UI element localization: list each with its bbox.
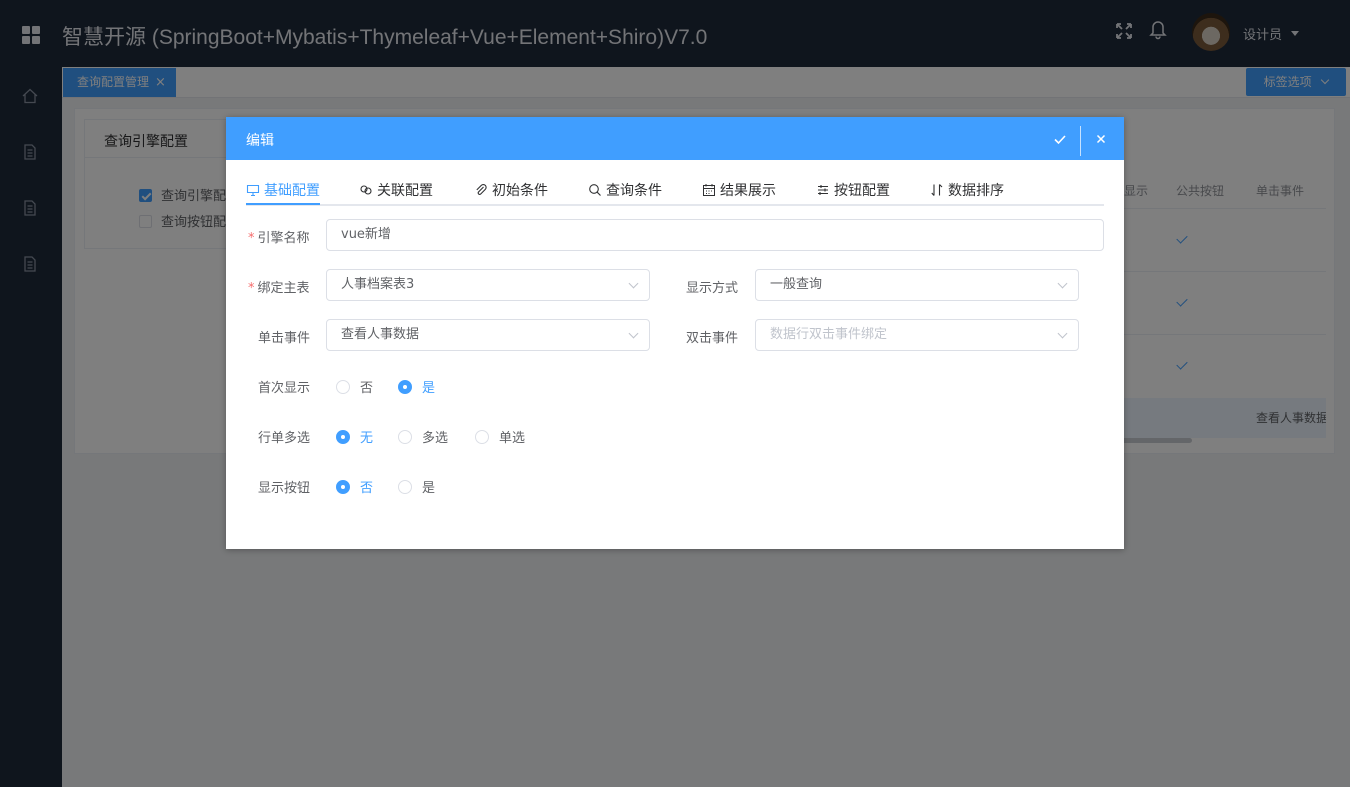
show-buttons-label: 显示按钮: [258, 481, 311, 496]
dialog-title: 编辑: [246, 133, 274, 149]
confirm-check-icon[interactable]: [1050, 129, 1070, 149]
link-icon: [360, 185, 372, 195]
chevron-down-icon: [628, 328, 639, 339]
select-value: 查看人事数据: [341, 327, 420, 342]
tab-relation-config[interactable]: 关联配置: [359, 176, 433, 204]
tab-label: 关联配置: [377, 183, 433, 199]
tab-label: 数据排序: [948, 183, 1004, 199]
radio-row-select-none[interactable]: 无: [336, 427, 373, 446]
tab-query-conditions[interactable]: 查询条件: [588, 176, 662, 204]
radio-checked-icon: [336, 479, 350, 494]
radio-show-buttons-no[interactable]: 否: [336, 477, 373, 496]
dialog-header: 编辑: [226, 117, 1124, 160]
bind-table-label: * 绑定主表: [248, 281, 310, 296]
radio-row-select-multi[interactable]: 多选: [398, 427, 448, 446]
radio-icon: [336, 379, 350, 394]
dialog-tabs: 基础配置 关联配置 初始条件 查询条件 结果展示 按钮配置 数据排序: [246, 170, 1104, 206]
click-event-select[interactable]: 查看人事数据: [326, 319, 650, 351]
edit-dialog: 编辑 基础配置 关联配置 初始条件 查询条件 结果展示 按钮配置 数据排序 * …: [226, 117, 1124, 549]
select-value: 人事档案表3: [341, 277, 415, 292]
row-select-label: 行单多选: [258, 431, 311, 446]
sort-icon: [931, 184, 943, 196]
tab-label: 结果展示: [720, 183, 776, 199]
monitor-icon: [246, 184, 260, 197]
close-icon[interactable]: [1092, 130, 1110, 148]
radio-checked-icon: [336, 429, 350, 444]
engine-name-input[interactable]: vue新增: [326, 219, 1104, 251]
select-placeholder: 数据行双击事件绑定: [770, 327, 888, 342]
click-event-label: 单击事件: [258, 331, 311, 346]
radio-icon: [475, 429, 489, 444]
radio-row-select-single[interactable]: 单选: [475, 427, 525, 446]
dblclick-event-label: 双击事件: [686, 331, 739, 346]
tab-label: 查询条件: [606, 183, 662, 199]
search-icon: [589, 184, 601, 196]
tab-label: 初始条件: [492, 183, 548, 199]
tab-data-sort[interactable]: 数据排序: [930, 176, 1004, 204]
divider: [1080, 126, 1081, 156]
first-show-label: 首次显示: [258, 381, 311, 396]
tab-basic-config[interactable]: 基础配置: [246, 176, 320, 204]
bind-table-select[interactable]: 人事档案表3: [326, 269, 650, 301]
tab-label: 基础配置: [264, 183, 320, 199]
chevron-down-icon: [1057, 328, 1068, 339]
radio-checked-icon: [398, 379, 412, 394]
radio-icon: [398, 479, 412, 494]
sliders-icon: [818, 185, 828, 195]
radio-icon: [398, 429, 412, 444]
radio-show-buttons-yes[interactable]: 是: [398, 477, 435, 496]
tab-button-config[interactable]: 按钮配置: [816, 176, 890, 204]
display-mode-select[interactable]: 一般查询: [755, 269, 1079, 301]
engine-name-label: * 引擎名称: [248, 231, 310, 246]
chevron-down-icon: [1057, 278, 1068, 289]
calendar-icon: [703, 184, 715, 196]
display-mode-label: 显示方式: [686, 281, 739, 296]
tab-result-display[interactable]: 结果展示: [702, 176, 776, 204]
dblclick-event-select[interactable]: 数据行双击事件绑定: [755, 319, 1079, 351]
active-tab-indicator: [246, 203, 320, 205]
radio-first-show-yes[interactable]: 是: [398, 377, 435, 396]
select-value: 一般查询: [770, 277, 823, 292]
radio-first-show-no[interactable]: 否: [336, 377, 373, 396]
tab-initial-conditions[interactable]: 初始条件: [474, 176, 548, 204]
chevron-down-icon: [628, 278, 639, 289]
paperclip-icon: [476, 184, 487, 195]
tab-label: 按钮配置: [834, 183, 890, 199]
